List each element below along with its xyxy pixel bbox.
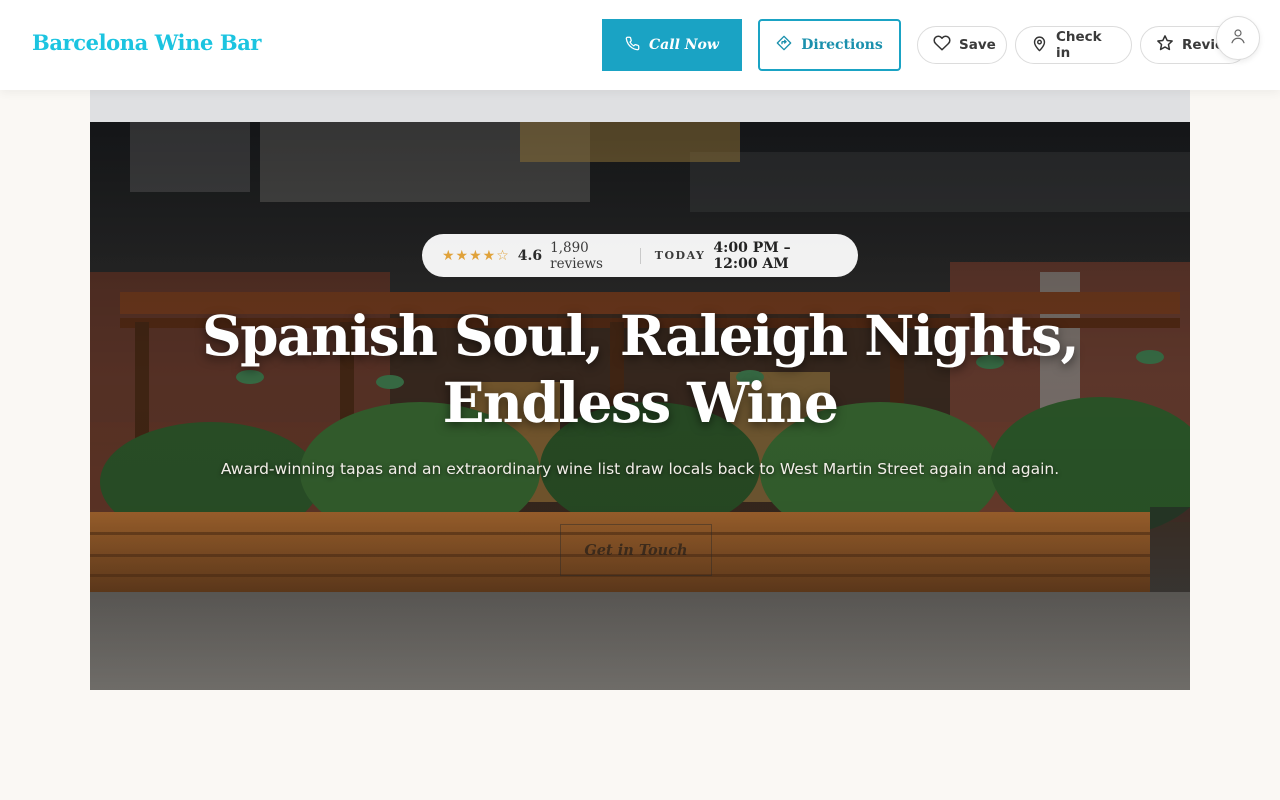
brand-logo[interactable]: Barcelona Wine Bar — [32, 30, 261, 55]
location-pin-icon — [1031, 35, 1048, 56]
directions-button[interactable]: Directions — [758, 19, 901, 71]
divider — [639, 247, 641, 264]
heart-icon — [933, 34, 951, 56]
save-button[interactable]: Save — [917, 26, 1007, 64]
call-now-label: Call Now — [649, 37, 719, 53]
save-label: Save — [959, 37, 996, 53]
phone-icon — [625, 36, 640, 55]
hero-subheadline: Award-winning tapas and an extraordinary… — [220, 460, 1060, 478]
hero-headline: Spanish Soul, Raleigh Nights, Endless Wi… — [90, 302, 1190, 436]
star-icon — [1156, 34, 1174, 56]
user-avatar-button[interactable] — [1216, 16, 1260, 60]
rating-hours-badge: ★★★★☆ 4.6 1,890 reviews TODAY 4:00 PM – … — [422, 234, 858, 277]
opening-hours: 4:00 PM – 12:00 AM — [713, 239, 791, 272]
rating-stars: ★★★★☆ — [442, 247, 510, 264]
site-header: Barcelona Wine Bar Call Now Directions S… — [0, 0, 1280, 90]
check-in-button[interactable]: Check in — [1015, 26, 1132, 64]
directions-icon — [776, 35, 792, 55]
get-in-touch-label: Get in Touch — [584, 541, 688, 559]
hero-top-band — [90, 90, 1190, 122]
get-in-touch-button[interactable]: Get in Touch — [560, 524, 712, 576]
user-icon — [1229, 27, 1247, 49]
today-label: TODAY — [654, 249, 706, 262]
review-count[interactable]: 1,890 reviews — [550, 240, 626, 272]
call-now-button[interactable]: Call Now — [602, 19, 742, 71]
directions-label: Directions — [801, 37, 883, 53]
headline-line-2: Endless Wine — [442, 370, 839, 435]
check-in-label: Check in — [1056, 29, 1102, 61]
rating-value: 4.6 — [517, 247, 543, 264]
headline-line-1: Spanish Soul, Raleigh Nights, — [201, 303, 1080, 368]
